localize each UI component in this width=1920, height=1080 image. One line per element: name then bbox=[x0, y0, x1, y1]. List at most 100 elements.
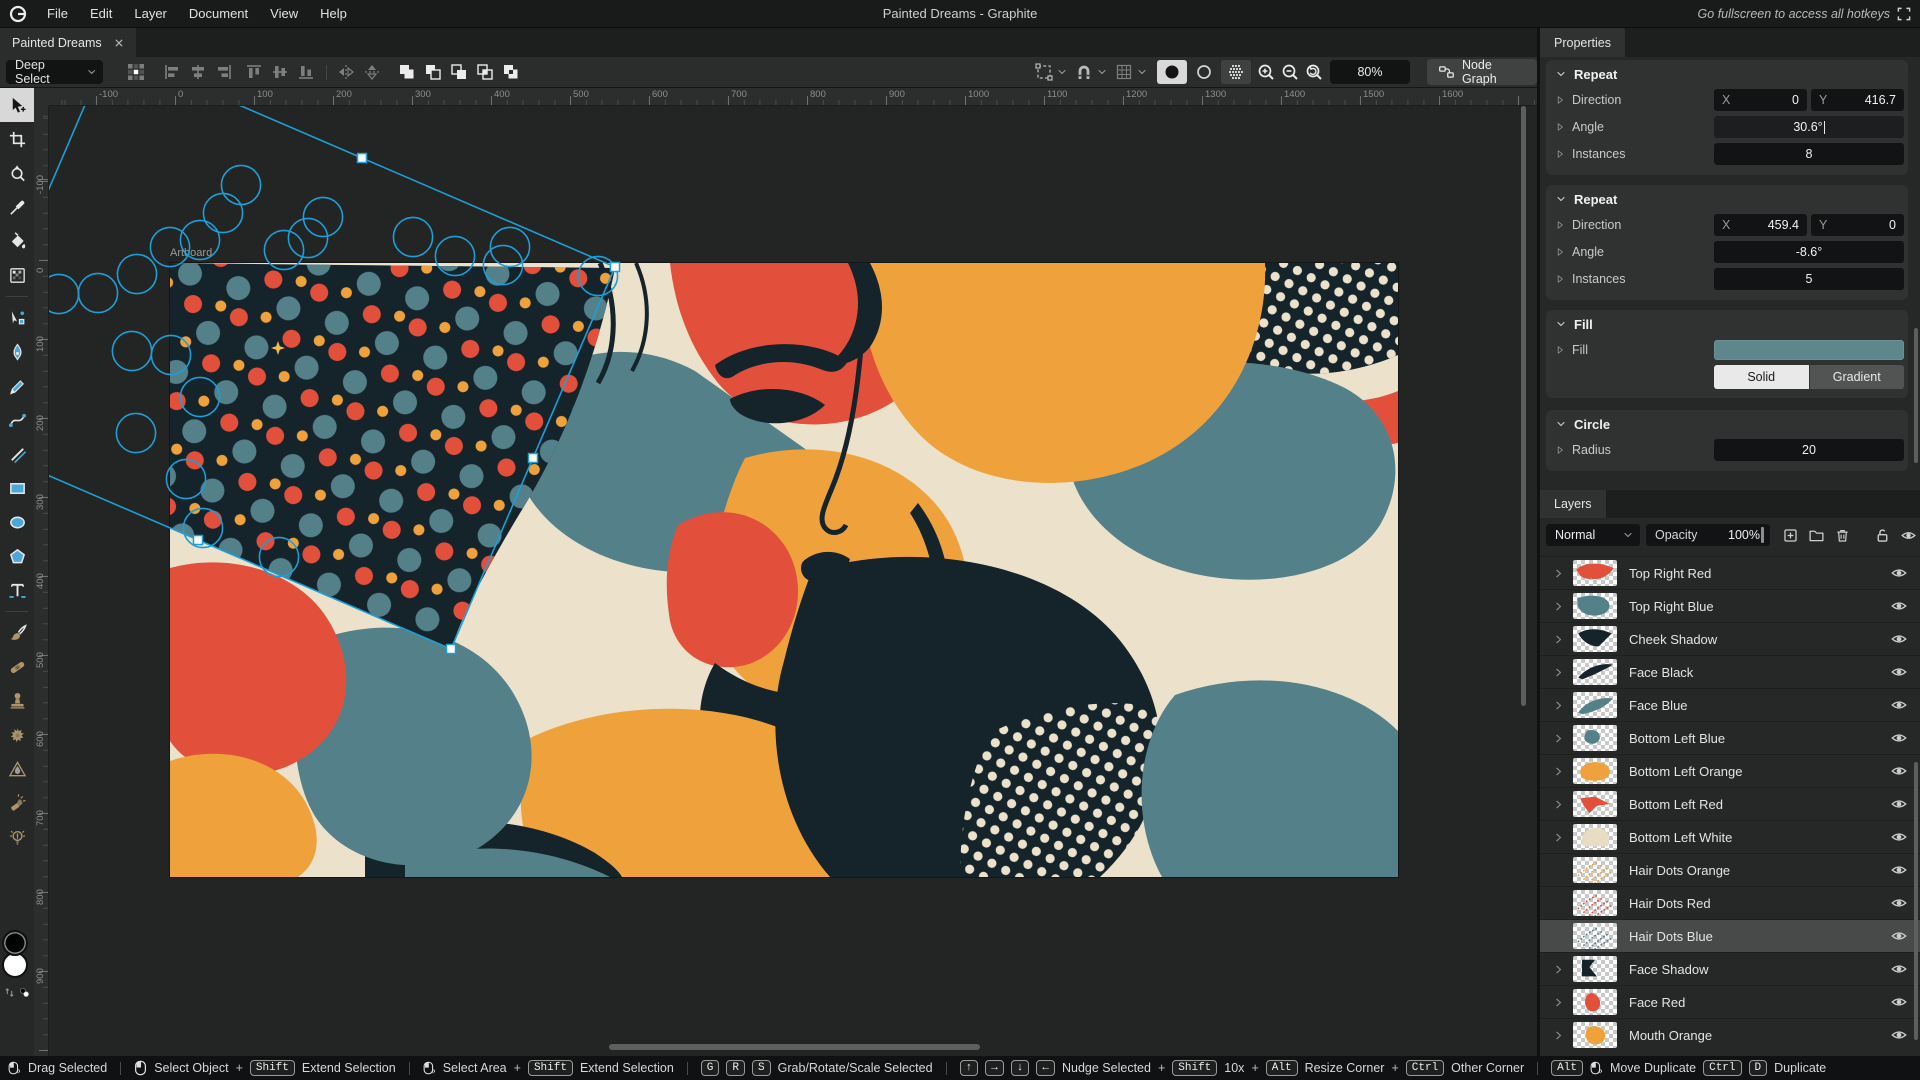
layer-expand-icon[interactable] bbox=[1552, 732, 1565, 745]
menu-document[interactable]: Document bbox=[178, 0, 259, 27]
layer-visibility-icon[interactable] bbox=[1890, 564, 1908, 582]
layer-visibility-icon[interactable] bbox=[1890, 597, 1908, 615]
align-h-center-button[interactable] bbox=[186, 60, 210, 84]
layer-visibility-icon[interactable] bbox=[1890, 894, 1908, 912]
zoom-reset-button[interactable] bbox=[1302, 60, 1326, 84]
solid-button[interactable]: Solid bbox=[1714, 365, 1809, 389]
layer-visibility-icon[interactable] bbox=[1890, 993, 1908, 1011]
tab-painted-dreams[interactable]: Painted Dreams bbox=[0, 28, 136, 57]
layer-expand-icon[interactable] bbox=[1552, 798, 1565, 811]
view-mode-solid-button[interactable] bbox=[1157, 60, 1187, 84]
zoom-level-field[interactable]: 80% bbox=[1330, 60, 1410, 84]
pen-tool[interactable] bbox=[0, 335, 34, 369]
layer-visibility-icon[interactable] bbox=[1890, 630, 1908, 648]
align-top-button[interactable] bbox=[242, 60, 266, 84]
align-v-center-button[interactable] bbox=[268, 60, 292, 84]
layer-expand-icon[interactable] bbox=[1552, 567, 1565, 580]
angle-input[interactable]: -8.6° bbox=[1714, 241, 1904, 263]
menu-layer[interactable]: Layer bbox=[123, 0, 178, 27]
expand-arrow-icon[interactable] bbox=[1554, 273, 1566, 285]
layer-row-hair-dots-blue[interactable]: Hair Dots Blue bbox=[1540, 919, 1920, 952]
grid-dropdown[interactable] bbox=[1135, 60, 1149, 84]
layer-row-bottom-left-blue[interactable]: Bottom Left Blue bbox=[1540, 721, 1920, 754]
detail-tool[interactable] bbox=[0, 752, 34, 786]
layer-expand-icon[interactable] bbox=[1552, 831, 1565, 844]
artboard-tool[interactable] bbox=[0, 122, 34, 156]
section-header[interactable]: Fill bbox=[1546, 310, 1908, 338]
properties-scrollbar[interactable] bbox=[1914, 328, 1918, 463]
primary-color-swatch[interactable] bbox=[2, 930, 28, 956]
deep-select-dropdown[interactable]: Deep Select bbox=[6, 60, 103, 84]
flip-horizontal-button[interactable] bbox=[334, 60, 358, 84]
menu-help[interactable]: Help bbox=[309, 0, 358, 27]
swap-colors-icon[interactable] bbox=[4, 986, 15, 999]
radius-input[interactable]: 20 bbox=[1714, 439, 1904, 461]
boolean-intersect-button[interactable] bbox=[472, 60, 498, 84]
selection-overlay[interactable] bbox=[49, 106, 1537, 1056]
align-left-button[interactable] bbox=[160, 60, 184, 84]
tab-layers[interactable]: Layers bbox=[1540, 490, 1606, 518]
relight-tool[interactable] bbox=[0, 786, 34, 820]
layer-visibility-icon[interactable] bbox=[1890, 861, 1908, 879]
layer-row-top-right-red[interactable]: Top Right Red bbox=[1540, 556, 1920, 589]
layer-row-bottom-left-red[interactable]: Bottom Left Red bbox=[1540, 787, 1920, 820]
boolean-subtract-back-button[interactable] bbox=[446, 60, 472, 84]
section-header[interactable]: Repeat bbox=[1546, 60, 1908, 88]
expand-arrow-icon[interactable] bbox=[1554, 148, 1566, 160]
vertical-ruler[interactable]: -1000100200300400500600700800900 bbox=[34, 106, 49, 1056]
expand-arrow-icon[interactable] bbox=[1554, 246, 1566, 258]
gradient-button[interactable]: Gradient bbox=[1810, 365, 1905, 389]
grid-button[interactable] bbox=[1112, 60, 1136, 84]
blend-mode-dropdown[interactable]: Normal bbox=[1546, 524, 1640, 546]
rectangle-tool[interactable] bbox=[0, 471, 34, 505]
direction-x-input[interactable]: X 459.4 bbox=[1714, 214, 1807, 236]
expand-arrow-icon[interactable] bbox=[1554, 94, 1566, 106]
heal-tool[interactable] bbox=[0, 650, 34, 684]
layer-expand-icon[interactable] bbox=[1552, 996, 1565, 1009]
instances-input[interactable]: 8 bbox=[1714, 143, 1904, 165]
path-tool[interactable] bbox=[0, 301, 34, 335]
expand-arrow-icon[interactable] bbox=[1554, 344, 1566, 356]
instances-input[interactable]: 5 bbox=[1714, 268, 1904, 290]
layer-row-face-black[interactable]: Face Black bbox=[1540, 655, 1920, 688]
zoom-out-button[interactable] bbox=[1278, 60, 1302, 84]
boolean-subtract-front-button[interactable] bbox=[420, 60, 446, 84]
line-tool[interactable] bbox=[0, 437, 34, 471]
fullscreen-hint[interactable]: Go fullscreen to access all hotkeys bbox=[1698, 7, 1890, 21]
viewport[interactable]: Artboard bbox=[49, 106, 1537, 1056]
new-folder-icon[interactable] bbox=[1808, 527, 1825, 544]
opacity-slider[interactable]: Opacity 100% bbox=[1646, 524, 1770, 546]
layer-visibility-icon[interactable] bbox=[1890, 762, 1908, 780]
fill-tool[interactable] bbox=[0, 224, 34, 258]
menu-edit[interactable]: Edit bbox=[79, 0, 123, 27]
layer-visibility-icon[interactable] bbox=[1890, 1026, 1908, 1044]
fullscreen-icon[interactable] bbox=[1896, 6, 1912, 22]
zoom-in-button[interactable] bbox=[1254, 60, 1278, 84]
menu-view[interactable]: View bbox=[259, 0, 309, 27]
section-header[interactable]: Circle bbox=[1546, 410, 1908, 438]
reset-colors-icon[interactable] bbox=[19, 986, 30, 999]
layer-row-face-red[interactable]: Face Red bbox=[1540, 985, 1920, 1018]
imaginate-tool[interactable] bbox=[0, 820, 34, 854]
layer-row-face-shadow[interactable]: Face Shadow bbox=[1540, 952, 1920, 985]
layer-expand-icon[interactable] bbox=[1552, 666, 1565, 679]
layer-row-bottom-left-white[interactable]: Bottom Left White bbox=[1540, 820, 1920, 853]
spline-tool[interactable] bbox=[0, 403, 34, 437]
view-mode-pixels-button[interactable] bbox=[1221, 60, 1251, 84]
section-header[interactable]: Repeat bbox=[1546, 185, 1908, 213]
canvas-horizontal-scrollbar[interactable] bbox=[609, 1044, 980, 1050]
expand-arrow-icon[interactable] bbox=[1554, 444, 1566, 456]
toggle-visibility-icon[interactable] bbox=[1900, 527, 1917, 544]
brush-tool[interactable] bbox=[0, 616, 34, 650]
horizontal-ruler[interactable]: -100010020030040050060070080090010001100… bbox=[49, 88, 1537, 106]
fill-swatch[interactable] bbox=[1714, 340, 1904, 360]
opacity-handle[interactable] bbox=[1761, 527, 1764, 543]
layer-visibility-icon[interactable] bbox=[1890, 663, 1908, 681]
layer-visibility-icon[interactable] bbox=[1890, 960, 1908, 978]
ellipse-tool[interactable] bbox=[0, 505, 34, 539]
selection-bounds-button[interactable] bbox=[1032, 60, 1056, 84]
polygon-tool[interactable] bbox=[0, 539, 34, 573]
layer-expand-icon[interactable] bbox=[1552, 1029, 1565, 1042]
layer-visibility-icon[interactable] bbox=[1890, 696, 1908, 714]
lock-layer-icon[interactable] bbox=[1874, 527, 1891, 544]
